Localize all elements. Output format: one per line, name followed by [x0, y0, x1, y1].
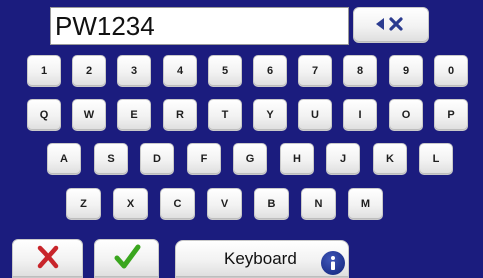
key-q[interactable]: Q: [27, 99, 61, 131]
key-x[interactable]: X: [113, 188, 148, 220]
key-2[interactable]: 2: [72, 55, 106, 87]
key-j[interactable]: J: [326, 143, 360, 175]
key-b[interactable]: B: [254, 188, 289, 220]
key-a[interactable]: A: [47, 143, 81, 175]
key-w[interactable]: W: [72, 99, 106, 131]
key-c[interactable]: C: [160, 188, 195, 220]
key-n[interactable]: N: [301, 188, 336, 220]
key-8[interactable]: 8: [343, 55, 377, 87]
key-h[interactable]: H: [280, 143, 314, 175]
key-9[interactable]: 9: [389, 55, 423, 87]
backspace-button[interactable]: [353, 7, 429, 43]
key-d[interactable]: D: [140, 143, 174, 175]
key-y[interactable]: Y: [253, 99, 287, 131]
key-l[interactable]: L: [419, 143, 453, 175]
key-p[interactable]: P: [434, 99, 468, 131]
key-7[interactable]: 7: [298, 55, 332, 87]
keyboard-info-tab[interactable]: Keyboard: [175, 240, 349, 278]
key-g[interactable]: G: [233, 143, 267, 175]
info-icon[interactable]: [321, 251, 345, 275]
key-0[interactable]: 0: [434, 55, 468, 87]
key-t[interactable]: T: [208, 99, 242, 131]
key-o[interactable]: O: [389, 99, 423, 131]
key-s[interactable]: S: [94, 143, 128, 175]
key-u[interactable]: U: [298, 99, 332, 131]
key-i[interactable]: I: [343, 99, 377, 131]
key-r[interactable]: R: [163, 99, 197, 131]
key-z[interactable]: Z: [66, 188, 101, 220]
key-f[interactable]: F: [187, 143, 221, 175]
cancel-button[interactable]: [12, 239, 83, 278]
key-4[interactable]: 4: [163, 55, 197, 87]
password-entry-field[interactable]: PW1234: [50, 7, 349, 45]
backspace-icon: [376, 16, 406, 34]
red-x-icon: [35, 244, 61, 273]
key-k[interactable]: K: [373, 143, 407, 175]
confirm-button[interactable]: [94, 239, 159, 278]
keyboard-label: Keyboard: [224, 249, 297, 268]
key-v[interactable]: V: [207, 188, 242, 220]
key-3[interactable]: 3: [117, 55, 151, 87]
key-6[interactable]: 6: [253, 55, 287, 87]
key-e[interactable]: E: [117, 99, 151, 131]
green-checkmark-icon: [113, 243, 141, 274]
keyboard-screen: PW1234 1234567890 QWERTYUIOP ASDFGHJKL Z…: [0, 0, 483, 278]
key-1[interactable]: 1: [27, 55, 61, 87]
key-m[interactable]: M: [348, 188, 383, 220]
key-5[interactable]: 5: [208, 55, 242, 87]
